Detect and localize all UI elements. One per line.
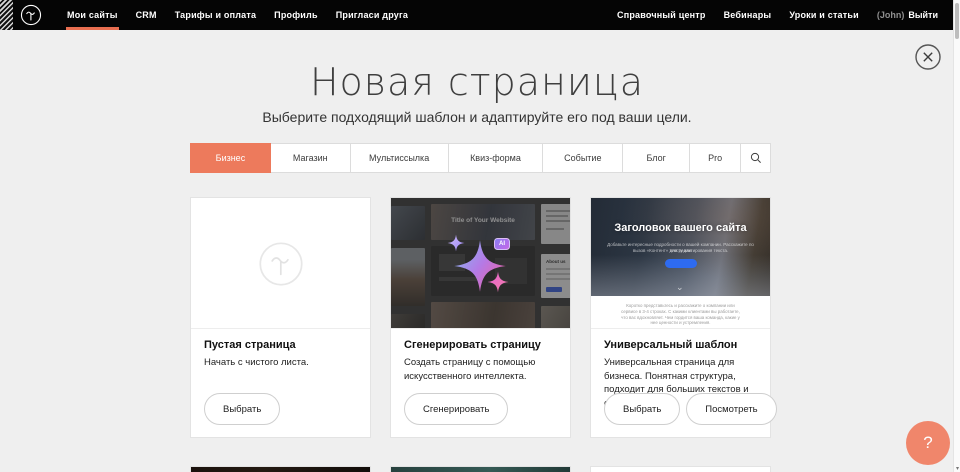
nav-lessons-articles[interactable]: Уроки и статьи bbox=[780, 0, 868, 30]
close-icon bbox=[915, 44, 941, 70]
tilda-watermark-icon bbox=[258, 241, 304, 287]
tab-search[interactable] bbox=[741, 144, 770, 172]
search-icon bbox=[750, 152, 762, 164]
next-row-card-2[interactable] bbox=[390, 466, 571, 472]
template-cta-button bbox=[665, 259, 697, 268]
template-card-blank-page: Пустая страница Начать с чистого листа. … bbox=[190, 197, 371, 438]
nav-help-center[interactable]: Справочный центр bbox=[608, 0, 715, 30]
topbar-nav-left: Мои сайты CRM Тарифы и оплата Профиль Пр… bbox=[58, 0, 417, 30]
nav-plans-payment[interactable]: Тарифы и оплата bbox=[166, 0, 265, 30]
card-desc-generate: Создать страницу с помощью искусственног… bbox=[404, 356, 558, 383]
page-subtitle: Выберите подходящий шаблон и адаптируйте… bbox=[0, 109, 954, 125]
card-title-blank: Пустая страница bbox=[204, 339, 296, 351]
nav-my-sites[interactable]: Мои сайты bbox=[58, 0, 127, 30]
next-row-card-3[interactable] bbox=[590, 466, 771, 472]
topbar: Мои сайты CRM Тарифы и оплата Профиль Пр… bbox=[0, 0, 960, 30]
tab-event[interactable]: Событие bbox=[543, 144, 623, 172]
template-hero-subtitle-2: вызов «Контент» для редактирования текст… bbox=[601, 248, 760, 254]
nav-profile[interactable]: Профиль bbox=[265, 0, 327, 30]
universal-template-preview[interactable]: Заголовок вашего сайта Добавьте интересн… bbox=[591, 198, 770, 329]
template-hero: Заголовок вашего сайта Добавьте интересн… bbox=[591, 198, 770, 296]
nav-webinars[interactable]: Вебинары bbox=[715, 0, 781, 30]
template-body-text: Коротко представьтесь и расскажите о ком… bbox=[619, 303, 742, 326]
generate-button[interactable]: Сгенерировать bbox=[404, 393, 508, 425]
scrollbar-thumb[interactable] bbox=[955, 3, 959, 39]
choose-universal-button[interactable]: Выбрать bbox=[604, 393, 680, 425]
nav-crm[interactable]: CRM bbox=[127, 0, 166, 30]
template-body-section: Коротко представьтесь и расскажите о ком… bbox=[591, 296, 770, 329]
tab-multilink[interactable]: Мультиссылка bbox=[351, 144, 449, 172]
page-title: Новая страница bbox=[0, 60, 954, 104]
scrollbar-down-arrow[interactable]: ▾ bbox=[954, 465, 960, 472]
card-title-generate: Сгенерировать страницу bbox=[404, 339, 541, 351]
tab-pro[interactable]: Pro bbox=[690, 144, 741, 172]
help-button[interactable]: ? bbox=[906, 421, 950, 465]
tab-business[interactable]: Бизнес bbox=[190, 143, 271, 173]
logout-link[interactable]: Выйти bbox=[908, 10, 938, 20]
blank-page-preview[interactable] bbox=[191, 198, 370, 329]
card-title-universal: Универсальный шаблон bbox=[604, 339, 737, 351]
template-category-tabs: Бизнес Магазин Мультиссылка Квиз-форма С… bbox=[190, 143, 771, 173]
decorative-edge-pattern bbox=[0, 0, 13, 30]
tab-store[interactable]: Магазин bbox=[271, 144, 351, 172]
close-button[interactable] bbox=[915, 44, 941, 70]
next-row-card-1[interactable] bbox=[190, 466, 371, 472]
nav-invite-friend[interactable]: Пригласи друга bbox=[327, 0, 417, 30]
topbar-nav-right: Справочный центр Вебинары Уроки и статьи… bbox=[608, 0, 940, 30]
tab-quiz-form[interactable]: Квиз-форма bbox=[449, 144, 544, 172]
ai-sparkle-stars-icon bbox=[391, 198, 570, 329]
tilda-logo-icon bbox=[20, 4, 42, 26]
template-hero-title: Заголовок вашего сайта bbox=[591, 222, 770, 234]
card-desc-blank: Начать с чистого листа. bbox=[204, 356, 358, 370]
vertical-scrollbar[interactable]: ▾ bbox=[953, 0, 960, 472]
template-card-universal: Заголовок вашего сайта Добавьте интересн… bbox=[590, 197, 771, 438]
chevron-down-icon: ⌄ bbox=[676, 283, 684, 291]
choose-blank-button[interactable]: Выбрать bbox=[204, 393, 280, 425]
ai-badge: AI bbox=[494, 238, 510, 250]
account-logout[interactable]: (John) Выйти bbox=[868, 0, 940, 30]
view-universal-button[interactable]: Посмотреть bbox=[686, 393, 776, 425]
ai-preview[interactable]: Title of Your Website About us bbox=[391, 198, 570, 329]
tab-blog[interactable]: Блог bbox=[623, 144, 690, 172]
account-username: (John) bbox=[877, 10, 905, 20]
template-card-generate-ai: Title of Your Website About us bbox=[390, 197, 571, 438]
tilda-logo[interactable] bbox=[19, 3, 43, 27]
